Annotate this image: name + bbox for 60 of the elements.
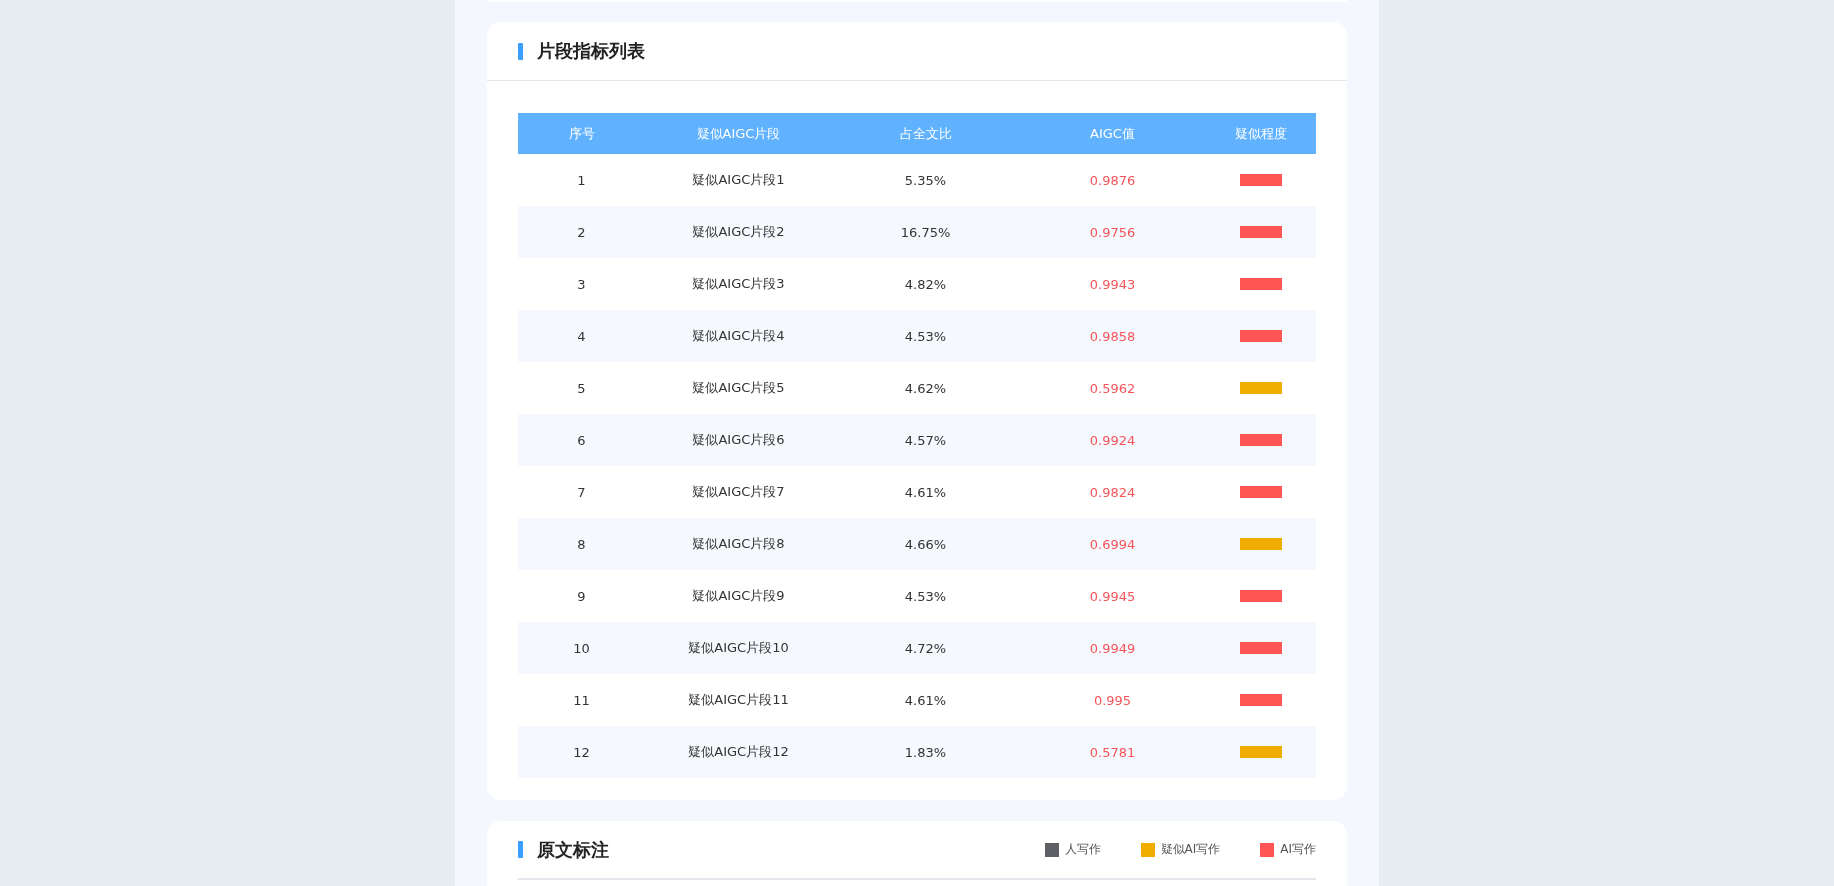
table-cell-text: 10 — [572, 640, 591, 656]
column-header: 疑似AIGC片段 — [695, 124, 782, 143]
table-cell-text: 2 — [576, 224, 587, 240]
title-accent-bar — [518, 841, 523, 858]
table-cell-text: 4.53% — [903, 588, 948, 604]
title-accent-bar — [518, 42, 523, 60]
table-cell-text: 9 — [576, 588, 587, 604]
table-cell-text: 疑似AIGC片段8 — [691, 535, 786, 553]
table-cell-text: 0.5962 — [1088, 380, 1137, 396]
table-cell-text: 4.82% — [903, 276, 948, 292]
table-cell-text: 0.9945 — [1088, 588, 1137, 604]
table-cell-text: 4.66% — [903, 536, 948, 552]
table-cell-text: 0.9943 — [1088, 276, 1137, 292]
table-cell-text: 0.9756 — [1088, 224, 1137, 240]
section-title: 片段指标列表 — [537, 39, 645, 63]
table-cell-text: 0.9924 — [1088, 432, 1137, 448]
table-cell-text: 16.75% — [899, 224, 952, 240]
table-cell-text: 0.5781 — [1088, 744, 1137, 760]
table-cell-text: 疑似AIGC片段12 — [687, 743, 790, 761]
table-cell-text: 0.9949 — [1088, 640, 1137, 656]
table-cell-text: 6 — [576, 432, 587, 448]
legend-label: AI写作 — [1280, 841, 1316, 858]
table-cell-text: 1.83% — [903, 744, 948, 760]
column-header: AIGC值 — [1089, 124, 1136, 143]
table-cell-text: 疑似AIGC片段11 — [687, 691, 790, 709]
table-cell-text: 7 — [576, 484, 587, 500]
table-cell-text: 12 — [572, 744, 591, 760]
table-cell-text: 4.57% — [903, 432, 948, 448]
table-cell-text: 4.61% — [903, 692, 948, 708]
column-header: 占全文比 — [898, 124, 953, 143]
table-cell-text: 4.53% — [903, 328, 948, 344]
table-cell-text: 1 — [576, 172, 587, 188]
table-cell-text: 疑似AIGC片段6 — [691, 431, 786, 449]
column-header: 疑似程度 — [1234, 124, 1288, 143]
table-cell-text: 5.35% — [903, 172, 948, 188]
legend-label: 疑似AI写作 — [1160, 841, 1221, 858]
column-header: 序号 — [567, 124, 596, 143]
table-cell-text: 疑似AIGC片段3 — [691, 275, 786, 293]
table-cell-text: 0.9876 — [1088, 172, 1137, 188]
section-title: 原文标注 — [537, 837, 609, 862]
table-cell-text: 0.995 — [1092, 692, 1133, 708]
table-cell-text: 疑似AIGC片段10 — [687, 639, 790, 657]
table-cell-text: 4 — [576, 328, 587, 344]
table-cell-text: 疑似AIGC片段1 — [691, 171, 786, 189]
legend-label: 人写作 — [1064, 841, 1101, 858]
table-cell-text: 0.9824 — [1088, 484, 1137, 500]
table-cell-text: 4.72% — [903, 640, 948, 656]
table-cell-text: 0.6994 — [1088, 536, 1137, 552]
table-cell-text: 4.62% — [903, 380, 948, 396]
table-cell-text: 5 — [576, 380, 587, 396]
table-cell-text: 疑似AIGC片段7 — [691, 483, 786, 501]
table-cell-text: 8 — [576, 536, 587, 552]
table-cell-text: 疑似AIGC片段5 — [691, 379, 786, 397]
table-cell-text: 4.61% — [903, 484, 948, 500]
table-cell-text: 疑似AIGC片段2 — [691, 223, 786, 241]
table-cell-text: 3 — [576, 276, 587, 292]
table-cell-text: 11 — [572, 692, 591, 708]
table-cell-text: 疑似AIGC片段9 — [691, 587, 786, 605]
table-cell-text: 疑似AIGC片段4 — [691, 327, 786, 345]
table-cell-text: 0.9858 — [1088, 328, 1137, 344]
